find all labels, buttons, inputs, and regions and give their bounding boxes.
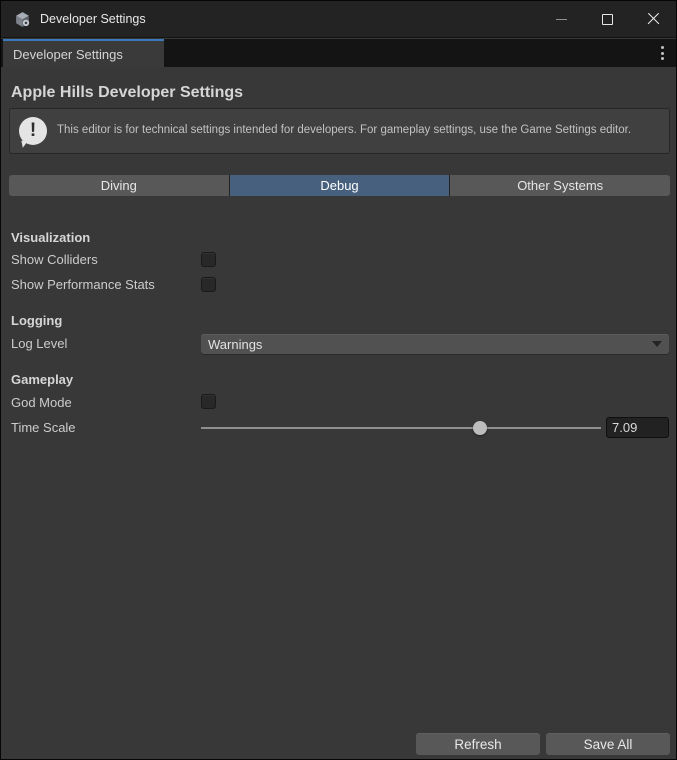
show-colliders-checkbox[interactable] — [201, 252, 216, 267]
alert-bubble-icon: ! — [19, 117, 47, 145]
minimize-icon — [556, 19, 567, 20]
tab-other-systems[interactable]: Other Systems — [450, 175, 670, 196]
log-level-dropdown[interactable]: Warnings — [201, 334, 669, 354]
maximize-icon — [602, 14, 613, 25]
titlebar: Developer Settings — [1, 1, 676, 38]
alert-icon-glyph: ! — [19, 117, 47, 145]
tab-debug[interactable]: Debug — [230, 175, 451, 196]
kebab-menu-icon[interactable] — [661, 39, 664, 67]
maximize-button[interactable] — [584, 1, 630, 37]
time-scale-value-field[interactable]: 7.09 — [606, 417, 669, 438]
time-scale-value: 7.09 — [612, 420, 637, 435]
time-scale-label: Time Scale — [11, 420, 76, 435]
tab-label: Developer Settings — [13, 47, 123, 62]
section-header-visualization: Visualization — [11, 230, 90, 245]
show-performance-stats-checkbox[interactable] — [201, 277, 216, 292]
time-scale-slider-thumb[interactable] — [473, 421, 487, 435]
developer-settings-window: Developer Settings Developer Settings Ap… — [0, 0, 677, 760]
section-header-logging: Logging — [11, 313, 62, 328]
save-all-button[interactable]: Save All — [546, 733, 670, 755]
time-scale-slider[interactable] — [201, 418, 601, 437]
tab-developer-settings[interactable]: Developer Settings — [3, 39, 164, 67]
time-scale-slider-track — [201, 427, 601, 429]
section-header-gameplay: Gameplay — [11, 372, 73, 387]
tab-diving[interactable]: Diving — [9, 175, 230, 196]
close-icon — [647, 13, 660, 26]
close-button[interactable] — [630, 1, 676, 37]
log-level-label: Log Level — [11, 336, 67, 351]
god-mode-checkbox[interactable] — [201, 394, 216, 409]
show-performance-stats-label: Show Performance Stats — [11, 277, 155, 292]
minimize-button[interactable] — [538, 1, 584, 37]
tab-strip: Developer Settings — [1, 39, 676, 67]
refresh-button[interactable]: Refresh — [416, 733, 540, 755]
log-level-value: Warnings — [208, 337, 262, 352]
unity-cube-icon — [14, 11, 31, 28]
mode-tab-bar: Diving Debug Other Systems — [9, 175, 670, 196]
helpbox-text: This editor is for technical settings in… — [57, 122, 645, 139]
page-title: Apple Hills Developer Settings — [11, 84, 243, 102]
show-colliders-label: Show Colliders — [11, 252, 98, 267]
chevron-down-icon — [652, 341, 662, 347]
window-controls — [538, 1, 676, 37]
window-title: Developer Settings — [40, 12, 146, 26]
info-helpbox: ! This editor is for technical settings … — [9, 108, 670, 154]
god-mode-label: God Mode — [11, 395, 72, 410]
